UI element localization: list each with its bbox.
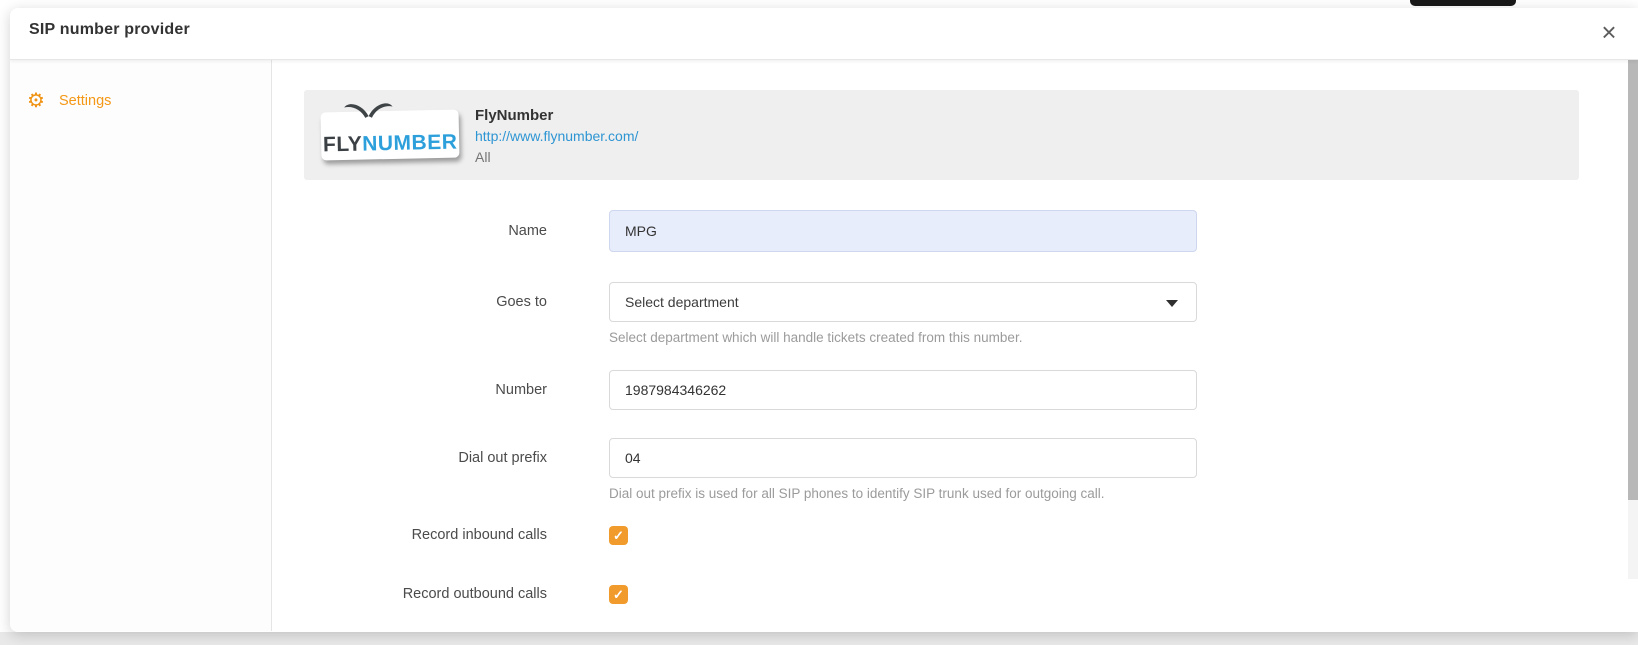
goes-to-field-label: Goes to [496, 294, 547, 310]
dial-out-prefix-help-text: Dial out prefix is used for all SIP phon… [609, 486, 1197, 502]
background-page-strip [0, 632, 1638, 645]
number-field-label: Number [495, 382, 547, 398]
main-content: FLYNUMBER FlyNumber http://www.flynumber… [272, 60, 1638, 631]
provider-scope: All [475, 147, 638, 168]
goes-to-help-text: Select department which will handle tick… [609, 330, 1197, 346]
modal-scrollbar[interactable] [1628, 60, 1638, 579]
sip-number-provider-modal: SIP number provider × ⚙ Settings FLYNUMB… [10, 8, 1638, 632]
close-icon[interactable]: × [1594, 15, 1624, 49]
form-row-dial-out-prefix: Dial out prefix Dial out prefix is used … [272, 438, 1638, 502]
record-inbound-checkbox[interactable]: ✓ [609, 526, 628, 545]
record-inbound-label-col: Record inbound calls [272, 526, 547, 545]
sidebar-item-settings[interactable]: ⚙ Settings [10, 84, 271, 118]
name-field-label: Name [508, 223, 547, 239]
form-row-record-outbound: Record outbound calls ✓ [272, 585, 1638, 604]
check-icon: ✓ [613, 587, 624, 602]
flynumber-logo: FLYNUMBER [321, 110, 460, 161]
goes-to-label-col: Goes to [272, 282, 547, 322]
modal-header: SIP number provider × [10, 8, 1638, 60]
form-row-name: Name [272, 210, 1638, 252]
dial-out-prefix-input[interactable] [609, 438, 1197, 478]
wings-icon [343, 99, 393, 120]
gear-icon: ⚙ [25, 90, 47, 112]
provider-card: FLYNUMBER FlyNumber http://www.flynumber… [304, 90, 1579, 180]
sidebar-item-label: Settings [59, 93, 111, 109]
form-row-record-inbound: Record inbound calls ✓ [272, 526, 1638, 545]
provider-info: FlyNumber http://www.flynumber.com/ All [475, 105, 638, 180]
check-icon: ✓ [613, 528, 624, 543]
name-label-col: Name [272, 210, 547, 252]
chevron-down-icon [1166, 300, 1178, 307]
number-input[interactable] [609, 370, 1197, 410]
form-row-number: Number [272, 370, 1638, 410]
background-page-element [1410, 0, 1516, 6]
logo-text-number: NUMBER [362, 131, 458, 156]
logo-text-fly: FLY [323, 133, 363, 157]
provider-url-link[interactable]: http://www.flynumber.com/ [475, 126, 638, 147]
department-select[interactable]: Select department [609, 282, 1197, 322]
page-title: SIP number provider [29, 21, 190, 39]
scrollbar-thumb[interactable] [1628, 60, 1638, 500]
provider-name: FlyNumber [475, 105, 638, 126]
number-label-col: Number [272, 370, 547, 410]
record-outbound-label-col: Record outbound calls [272, 585, 547, 604]
department-select-value: Select department [625, 294, 739, 310]
record-outbound-label: Record outbound calls [403, 586, 547, 602]
dial-out-prefix-field-label: Dial out prefix [458, 450, 547, 466]
sidebar: ⚙ Settings [10, 60, 272, 631]
form-row-goes-to: Goes to Select department Select departm… [272, 282, 1638, 346]
dial-out-prefix-label-col: Dial out prefix [272, 438, 547, 478]
modal-body: ⚙ Settings FLYNUMBER FlyNumber http:/ [10, 60, 1638, 631]
name-input[interactable] [609, 210, 1197, 252]
record-outbound-checkbox[interactable]: ✓ [609, 585, 628, 604]
record-inbound-label: Record inbound calls [412, 527, 547, 543]
